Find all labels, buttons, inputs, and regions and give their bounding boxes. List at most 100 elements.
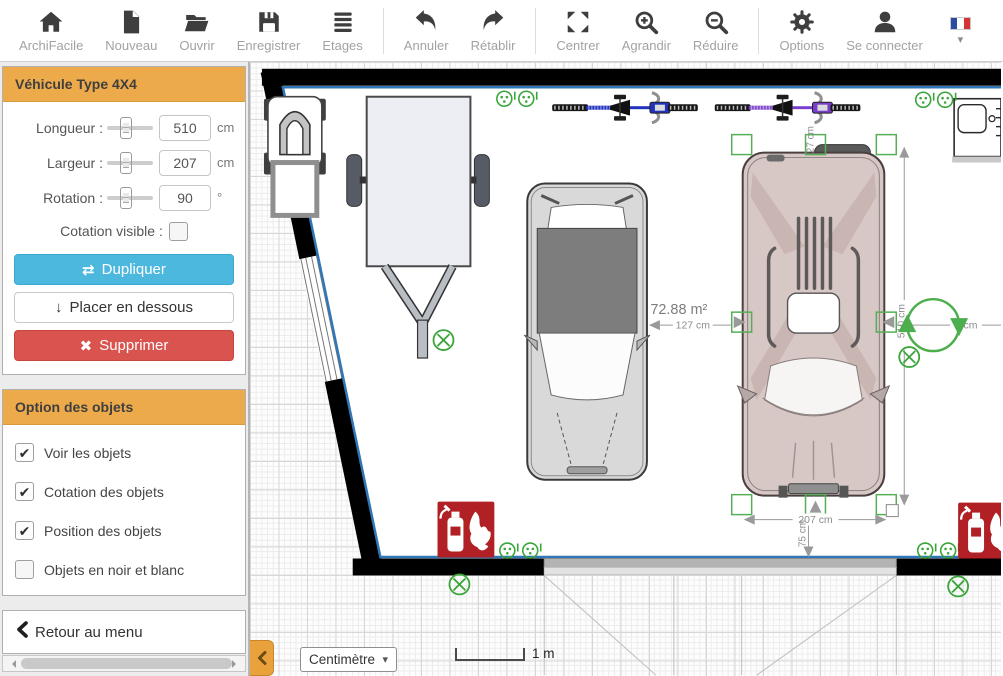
toolbar-item-label: Centrer [556,38,599,53]
object-options-panel: Option des objets ✔ Voir les objets ✔ Co… [2,389,246,596]
option-row-cotation-des-objets: ✔ Cotation des objets [3,472,245,511]
delete-x-icon: ✖ [80,337,93,355]
toolbar-item-label: Enregistrer [237,38,301,53]
toolbar-item-label: Ouvrir [179,38,214,53]
toolbar-item-reduire[interactable]: Réduire [682,1,750,61]
new-file-icon [118,9,144,35]
scroll-right-arrow-icon[interactable] [232,660,240,668]
chevron-down-icon: ▾ [958,36,964,44]
wall-top[interactable] [262,69,1001,86]
toolbar-item-enregistrer[interactable]: Enregistrer [226,1,312,61]
rotation-label: Rotation : [11,190,107,206]
option-label: Position des objets [44,523,162,539]
duplicate-button[interactable]: ⇄ Dupliquer [14,254,234,285]
cotation-visible-row: Cotation visible : [3,215,245,247]
floor-plan-canvas[interactable]: 72.88 m² 127 cm 510 cm 4 cm 2 [250,62,1001,676]
back-to-menu-button[interactable]: Retour au menu [2,610,246,654]
place-below-button-label: Placer en dessous [70,299,193,316]
cotation-des-objets-checkbox[interactable]: ✔ [15,482,34,501]
wall-bottom-right[interactable] [896,558,1001,575]
car[interactable] [524,183,650,479]
slider-handle[interactable] [120,152,132,174]
toolbar-item-archifacile[interactable]: ArchiFacile [8,1,94,61]
user-icon [872,9,898,35]
length-unit: cm [217,120,234,135]
rotation-slider[interactable] [107,187,153,209]
gap-bottom-dimension: 75 cm [798,520,809,547]
delete-button[interactable]: ✖ Supprimer [14,330,234,361]
rotation-field-row: Rotation : ° [3,180,245,215]
scrollbar-thumb[interactable] [21,658,232,669]
rotation-input[interactable] [159,185,211,211]
vehicle-panel-body: Longueur : cm Largeur : cm Rotation : ° [3,102,245,374]
object-options-title: Option des objets [3,390,245,425]
vehicle-panel: Véhicule Type 4X4 Longueur : cm Largeur … [2,66,246,375]
width-unit: cm [217,155,234,170]
sidebar: Véhicule Type 4X4 Longueur : cm Largeur … [0,62,250,676]
delete-button-label: Supprimer [99,337,168,354]
toolbar-item-label: Agrandir [622,38,671,53]
scale-label: 1 m [532,646,555,661]
down-arrow-icon: ↓ [55,299,63,316]
cotation-visible-checkbox[interactable] [169,222,188,241]
sink[interactable] [952,99,1001,163]
home-icon [38,9,64,35]
toolbar-item-label: Annuler [404,38,449,53]
duplicate-icon: ⇄ [82,261,95,279]
length-input[interactable] [159,115,211,141]
width-input[interactable] [159,150,211,176]
width-field-row: Largeur : cm [3,145,245,180]
slider-handle[interactable] [120,117,132,139]
floors-icon [330,9,356,35]
toolbar-item-agrandir[interactable]: Agrandir [611,1,682,61]
open-folder-icon [184,9,210,35]
garage-door[interactable] [544,558,896,574]
language-selector[interactable]: ▾ [950,17,971,44]
chevron-left-icon [257,651,267,665]
toolbar-item-etages[interactable]: Etages [311,1,373,61]
toolbar-separator [535,8,536,54]
option-row-position-des-objets: ✔ Position des objets [3,511,245,550]
toolbar-item-label: ArchiFacile [19,38,83,53]
gear-icon [789,9,815,35]
objets-noir-et-blanc-checkbox[interactable] [15,560,34,579]
option-row-voir-les-objets: ✔ Voir les objets [3,433,245,472]
toolbar-item-label: Options [779,38,824,53]
sidebar-collapse-tab[interactable] [250,640,274,676]
unit-dropdown-value: Centimètre [309,652,375,667]
toolbar-item-ouvrir[interactable]: Ouvrir [168,1,225,61]
length-label: Longueur : [11,120,107,136]
width-slider[interactable] [107,152,153,174]
ride-on-mower[interactable] [264,97,326,216]
toolbar-item-label: Etages [322,38,362,53]
option-label: Cotation des objets [44,484,164,500]
position-des-objets-checkbox[interactable]: ✔ [15,521,34,540]
unit-dropdown[interactable]: Centimètre ▾ [300,647,397,672]
gap-top-dimension: 27 cm [805,126,816,153]
circled-x-icon[interactable] [449,574,469,594]
circled-x-icon[interactable] [948,576,968,596]
toolbar-item-se-connecter[interactable]: Se connecter [835,1,934,61]
place-below-button[interactable]: ↓ Placer en dessous [14,292,234,323]
length-slider[interactable] [107,117,153,139]
toolbar-item-centrer[interactable]: Centrer [545,1,610,61]
toolbar-item-options[interactable]: Options [768,1,835,61]
scale-bar [455,648,525,661]
fire-extinguisher-sign-left[interactable] [438,502,495,558]
toolbar-item-retablir[interactable]: Rétablir [460,1,527,61]
toolbar-item-annuler[interactable]: Annuler [393,1,460,61]
voir-les-objets-checkbox[interactable]: ✔ [15,443,34,462]
undo-icon [413,9,439,35]
toolbar: ArchiFacile Nouveau Ouvrir Enregistrer E… [0,0,1003,62]
toolbar-item-nouveau[interactable]: Nouveau [94,1,168,61]
sidebar-horizontal-scrollbar[interactable] [2,655,246,672]
chevron-down-icon: ▾ [382,653,388,666]
scroll-left-arrow-icon[interactable] [8,660,16,668]
slider-handle[interactable] [120,187,132,209]
wall-bottom-left[interactable] [353,558,544,575]
vehicle-4x4-selected[interactable] [738,145,890,498]
french-flag-icon [950,17,971,30]
handle-corner-notch [886,505,898,517]
fire-extinguisher-sign-right[interactable] [958,503,1001,559]
garage-door-swing-lines [544,575,896,675]
